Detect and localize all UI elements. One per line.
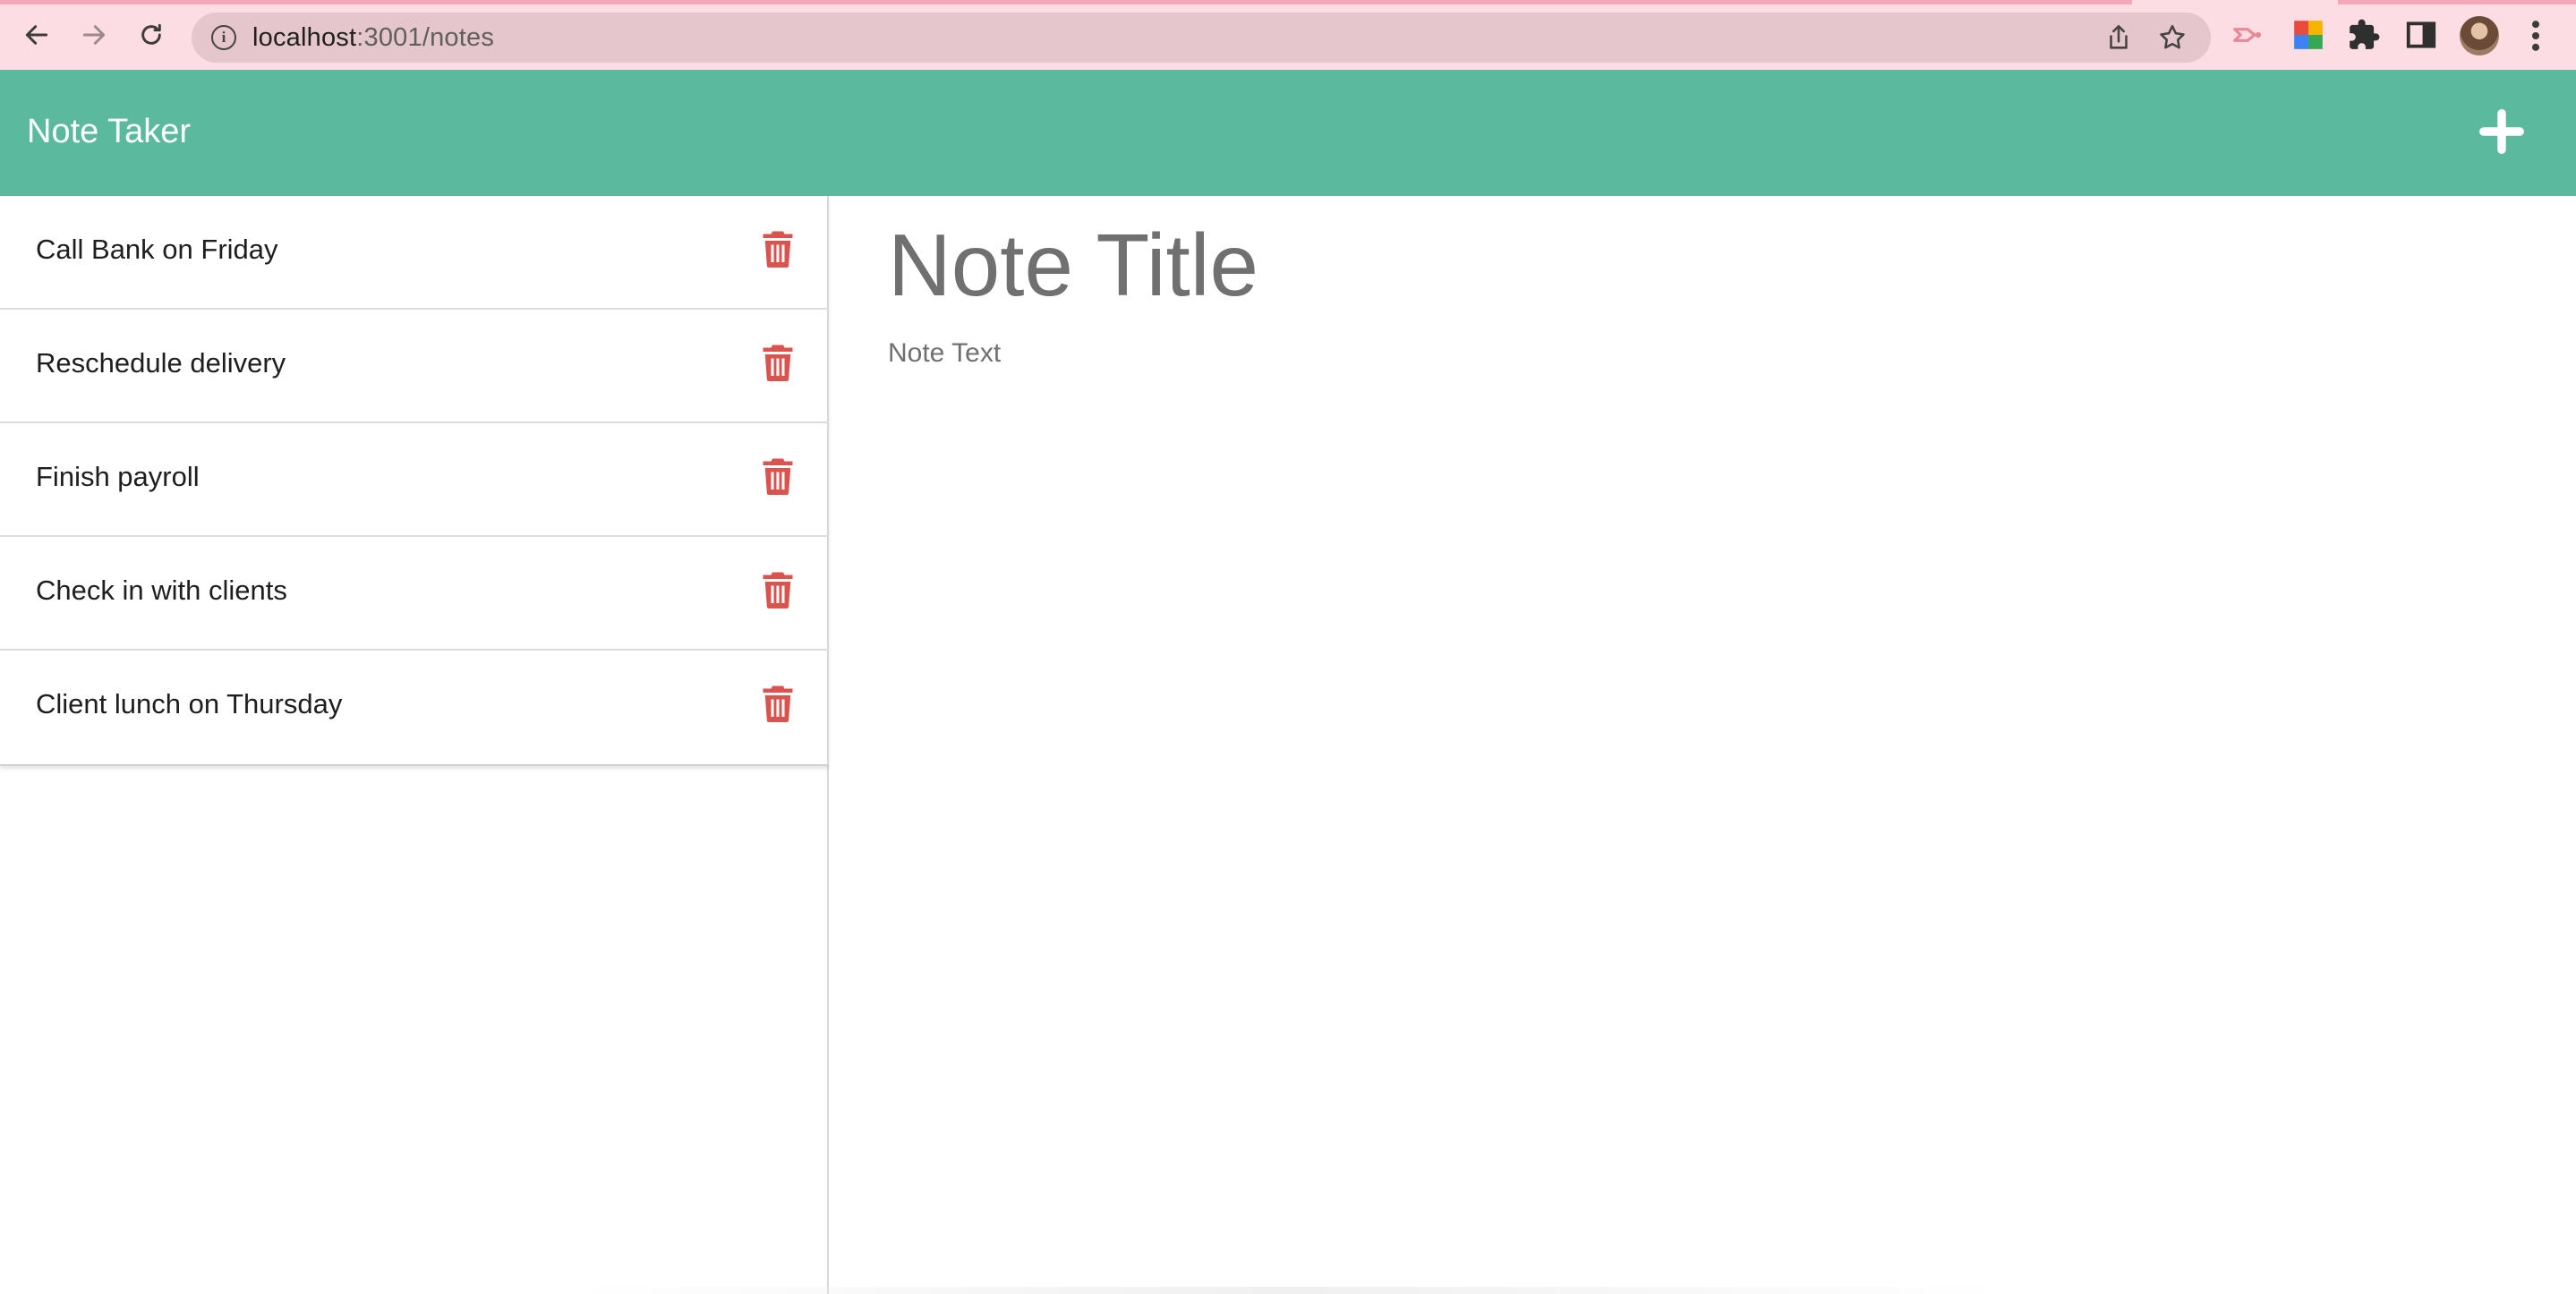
url-path: :3001/notes — [356, 23, 495, 52]
browser-toolbar: i localhost:3001/notes — [0, 0, 2576, 70]
trash-icon[interactable] — [762, 230, 794, 268]
trash-icon[interactable] — [762, 457, 794, 495]
side-panel-icon[interactable] — [2404, 18, 2438, 52]
trash-icon[interactable] — [762, 344, 794, 381]
tab-strip-edge — [0, 0, 2576, 4]
list-item[interactable]: Reschedule delivery — [0, 310, 829, 423]
note-item-title: Finish payroll — [36, 461, 200, 492]
star-icon[interactable] — [2157, 22, 2188, 53]
plus-icon[interactable] — [2478, 107, 2526, 156]
puzzle-icon[interactable] — [2347, 18, 2381, 52]
url-text[interactable]: localhost:3001/notes — [252, 23, 494, 53]
note-item-title: Check in with clients — [36, 575, 287, 606]
list-item[interactable]: Call Bank on Friday — [0, 196, 829, 310]
extension-icon[interactable] — [2231, 18, 2265, 52]
avatar[interactable] — [2460, 16, 2499, 55]
notes-sidebar: Call Bank on Friday Reschedule delivery Fi… — [0, 196, 829, 1294]
back-icon[interactable] — [18, 16, 55, 54]
note-title-input[interactable] — [888, 211, 2517, 319]
forward-icon[interactable] — [75, 16, 113, 54]
address-bar[interactable]: i localhost:3001/notes — [192, 13, 2211, 63]
bottom-shadow — [573, 1287, 2005, 1294]
extension-icon[interactable] — [2291, 18, 2325, 52]
share-icon[interactable] — [2103, 22, 2134, 53]
brand-title[interactable]: Note Taker — [27, 113, 191, 151]
url-host: localhost — [252, 23, 357, 52]
note-text-input[interactable] — [888, 338, 2517, 875]
list-item[interactable]: Finish payroll — [0, 423, 829, 537]
trash-icon[interactable] — [762, 571, 794, 609]
reload-icon[interactable] — [132, 16, 170, 54]
kebab-menu-icon[interactable] — [2522, 16, 2549, 55]
trash-icon[interactable] — [762, 685, 794, 722]
note-item-title: Call Bank on Friday — [36, 234, 278, 265]
list-item[interactable]: Check in with clients — [0, 537, 829, 651]
info-icon[interactable]: i — [211, 25, 236, 50]
note-item-title: Client lunch on Thursday — [36, 688, 343, 719]
app-header: Note Taker — [0, 70, 2576, 196]
note-list: Call Bank on Friday Reschedule delivery Fi… — [0, 196, 829, 766]
note-item-title: Reschedule delivery — [36, 347, 286, 379]
list-item[interactable]: Client lunch on Thursday — [0, 651, 829, 764]
